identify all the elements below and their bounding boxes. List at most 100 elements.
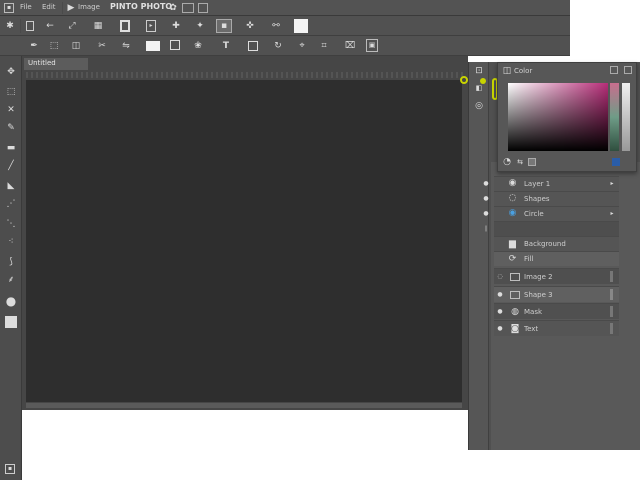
app-logo-icon[interactable]: ▪ [4, 3, 14, 13]
input-field[interactable] [146, 41, 160, 51]
scroll-marker [610, 271, 613, 282]
effects-icon[interactable]: ✦ [194, 20, 206, 32]
eraser-icon[interactable]: ◣ [4, 180, 18, 192]
visibility-icon[interactable]: ● [482, 195, 490, 203]
hue-slider[interactable] [610, 83, 619, 151]
marquee-icon[interactable]: ⬚ [4, 86, 18, 98]
globe-icon: ◉ [508, 208, 517, 218]
layer-row-label: Background [524, 240, 566, 248]
layer-row[interactable]: ● ◌ Shapes [483, 191, 619, 206]
zoom-icon[interactable] [5, 316, 17, 328]
flip-icon[interactable]: ⇋ [120, 40, 132, 52]
list-item-label: Shape 3 [524, 291, 553, 299]
menu-edit[interactable]: Edit [42, 4, 56, 11]
list-item-label: Image 2 [524, 273, 553, 281]
grid-small-icon[interactable] [528, 158, 536, 166]
distort-icon[interactable]: ⌖ [296, 40, 308, 52]
expand-icon[interactable]: ⤢ [66, 20, 78, 32]
layer-row[interactable]: ● ◉ Layer 1 ▸ [483, 176, 619, 191]
alpha-slider[interactable] [622, 83, 630, 151]
list-item[interactable]: ● ◍ Mask [494, 303, 619, 319]
scrollbar-horizontal[interactable] [26, 403, 462, 408]
link-layer-icon: ⟳ [508, 253, 517, 264]
layer-type-icon: ◉ [508, 178, 517, 188]
window-icon[interactable] [182, 3, 194, 13]
new-doc-icon[interactable] [26, 21, 34, 31]
layer-row-label: Shapes [524, 195, 550, 203]
panel-menu-icon[interactable] [610, 66, 618, 74]
text-tool-icon[interactable]: ⸙ [4, 274, 18, 286]
rect-icon[interactable] [120, 20, 130, 32]
visibility-icon[interactable]: ● [496, 325, 504, 333]
text-icon[interactable]: T [220, 40, 232, 52]
square-icon[interactable] [170, 40, 180, 50]
warp-icon[interactable]: ❀ [192, 40, 204, 52]
crop-icon[interactable]: ▬ [4, 142, 18, 154]
canvas[interactable] [26, 80, 462, 402]
layer-row[interactable]: ǀ [485, 221, 619, 236]
screen-mode-icon[interactable]: ▪ [5, 464, 15, 474]
expand-arrow-icon[interactable]: ▸ [608, 210, 616, 218]
color-field[interactable] [508, 83, 608, 151]
handle-mid[interactable] [480, 78, 486, 84]
layer-type-icon: ◌ [508, 193, 517, 203]
style-icon[interactable]: ✜ [244, 20, 256, 32]
layer-row[interactable]: ⟳ Fill [494, 251, 619, 266]
menu-file[interactable]: File [20, 4, 32, 11]
pen-tool-icon[interactable]: ⟆ [4, 256, 18, 268]
adjust-icon[interactable]: ◎ [473, 100, 485, 112]
visibility-icon[interactable]: ● [496, 291, 504, 299]
settings-icon[interactable]: ✿ [168, 3, 178, 13]
visibility-icon[interactable]: ● [482, 210, 490, 218]
layer-row[interactable]: ● ◉ Circle ▸ [483, 206, 619, 221]
panel-close-icon[interactable] [624, 66, 632, 74]
visibility-icon[interactable]: ● [496, 308, 504, 316]
color-swatch[interactable] [294, 19, 308, 33]
shape-icon[interactable]: ✚ [170, 20, 182, 32]
path-icon[interactable]: ⁖ [4, 236, 18, 248]
mesh-icon[interactable]: ⌗ [318, 40, 330, 52]
menu-image[interactable]: Image [78, 4, 100, 11]
visibility-icon[interactable]: ǀ [482, 225, 490, 233]
panel-collapse-icon[interactable]: ⊡ [473, 66, 485, 76]
visibility-icon[interactable]: ● [482, 180, 490, 188]
hand-icon[interactable]: ● [4, 294, 18, 308]
layer-row-label: Circle [524, 210, 544, 218]
layer-row[interactable]: ▆ Background [494, 236, 619, 251]
document-tab[interactable]: Untitled [24, 58, 88, 70]
photo-icon[interactable]: ▪ [216, 19, 232, 33]
handle-left[interactable] [460, 76, 468, 84]
grid-icon[interactable]: ▦ [92, 20, 104, 32]
gradient-icon[interactable]: ⋱ [4, 218, 18, 230]
sparkle-icon[interactable]: ✱ [4, 20, 16, 32]
move-icon[interactable]: ✥ [4, 66, 18, 78]
scissors-icon[interactable]: ✂ [96, 40, 108, 52]
transform-icon[interactable]: ⬚ [48, 40, 60, 52]
visibility-icon[interactable]: ◌ [496, 273, 504, 281]
magic-wand-icon[interactable]: ✎ [4, 122, 18, 134]
document-tab-label: Untitled [28, 59, 56, 67]
page-icon[interactable]: ▸ [146, 20, 156, 32]
clone-icon[interactable]: ⋰ [4, 198, 18, 210]
swap-icon[interactable]: ⇆ [514, 157, 526, 167]
pen-icon[interactable]: ✒ [28, 40, 40, 52]
swatch-chip-icon[interactable] [612, 158, 620, 166]
minimize-icon[interactable] [198, 3, 208, 13]
crop-frame-icon[interactable]: ⌧ [344, 40, 356, 52]
expand-arrow-icon[interactable]: ▸ [608, 180, 616, 188]
tool-panel: ✥ ⬚ ✕ ✎ ▬ ╱ ◣ ⋰ ⋱ ⁖ ⟆ ⸙ ● ▪ [0, 56, 22, 480]
rotate-icon[interactable]: ↻ [272, 40, 284, 52]
brush-icon[interactable]: ╱ [4, 160, 18, 172]
list-item[interactable]: ● Shape 3 [494, 286, 619, 302]
lasso-icon[interactable]: ✕ [4, 104, 18, 116]
arrow-left-icon[interactable]: ← [44, 20, 56, 32]
list-item[interactable]: ● ◙ Text [494, 320, 619, 336]
align-icon[interactable]: ◫ [70, 40, 82, 52]
eyedropper-icon[interactable]: ◔ [502, 157, 512, 167]
panel-toggle-icon[interactable]: ▣ [366, 39, 378, 52]
list-item[interactable]: ◌ Image 2 [494, 268, 619, 284]
link-icon[interactable]: ⚯ [270, 20, 282, 32]
frame-icon[interactable] [248, 41, 258, 51]
menubar: ▪ File Edit ▶ Image PINTO PHOTO ✿ [0, 0, 570, 16]
play-icon[interactable]: ▶ [66, 3, 76, 13]
